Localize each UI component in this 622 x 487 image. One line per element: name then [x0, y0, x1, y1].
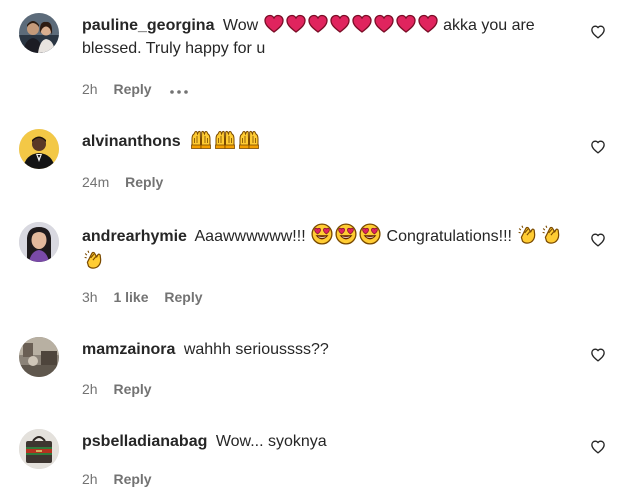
comment-username[interactable]: andrearhymie [82, 228, 187, 245]
avatar[interactable] [19, 222, 59, 262]
comment-body: alvinanthons [82, 130, 572, 153]
avatar[interactable] [19, 13, 59, 53]
raising-hands-icon [214, 130, 236, 150]
comment-meta: 24m Reply [82, 174, 163, 190]
comment-meta: 2h Reply [82, 81, 189, 98]
red-heart-icon [374, 14, 394, 34]
avatar[interactable] [19, 429, 59, 469]
heart-eyes-icon [359, 223, 381, 245]
avatar[interactable] [19, 129, 59, 169]
comment-username[interactable]: alvinanthons [82, 133, 181, 150]
avatar-handbag-photo [19, 429, 59, 469]
comment-username[interactable]: pauline_georgina [82, 17, 214, 34]
red-heart-icon [330, 14, 350, 34]
heart-eyes-icon [311, 223, 333, 245]
comment-meta: 3h 1 like Reply [82, 289, 203, 305]
clapping-hands-icon [83, 248, 105, 270]
comment-username[interactable]: psbelladianabag [82, 433, 207, 450]
comment-time[interactable]: 2h [82, 471, 98, 487]
comment-time[interactable]: 2h [82, 381, 98, 397]
heart-eyes-emoji-group [310, 228, 382, 245]
comment-text: Wow... syoknya [215, 433, 327, 450]
comment-meta: 2h Reply [82, 471, 152, 487]
reply-button[interactable]: Reply [113, 471, 151, 487]
comment-body: mamzainora wahhh serioussss?? [82, 338, 572, 361]
like-heart-icon[interactable] [590, 439, 606, 455]
like-count[interactable]: 1 like [113, 289, 148, 305]
like-heart-icon[interactable] [590, 24, 606, 40]
reply-button[interactable]: Reply [113, 381, 151, 397]
red-heart-icon [308, 14, 328, 34]
comment-text: Wow [222, 17, 259, 34]
like-heart-icon[interactable] [590, 139, 606, 155]
red-heart-icon [396, 14, 416, 34]
red-heart-icon [286, 14, 306, 34]
avatar[interactable] [19, 337, 59, 377]
raising-hands-icon [238, 130, 260, 150]
comment-text: wahhh serioussss?? [183, 341, 329, 358]
raising-hands-icon [190, 130, 212, 150]
red-heart-icon [352, 14, 372, 34]
comment-body: psbelladianabag Wow... syoknya [82, 430, 572, 453]
heart-emoji-group [263, 17, 443, 34]
avatar-couple-photo [19, 13, 59, 53]
avatar-woman-photo [19, 222, 59, 262]
like-heart-icon[interactable] [590, 232, 606, 248]
comment-username[interactable]: mamzainora [82, 341, 175, 358]
comment-text-continued: Congratulations!!! [386, 228, 512, 245]
comment-time[interactable]: 3h [82, 289, 98, 305]
red-heart-icon [264, 14, 284, 34]
reply-button[interactable]: Reply [113, 81, 151, 97]
like-heart-icon[interactable] [590, 347, 606, 363]
comment-time[interactable]: 24m [82, 174, 109, 190]
clapping-hands-icon [517, 223, 539, 245]
comment-text: Aaawwwwww!!! [194, 228, 306, 245]
reply-button[interactable]: Reply [125, 174, 163, 190]
reply-button[interactable]: Reply [164, 289, 202, 305]
comment-meta: 2h Reply [82, 381, 152, 397]
clapping-hands-icon [541, 223, 563, 245]
more-options-icon[interactable] [169, 82, 189, 98]
avatar-man-in-suit-photo [19, 129, 59, 169]
comment-body: andrearhymie Aaawwwwww!!! Congratulation… [82, 223, 572, 273]
heart-eyes-icon [335, 223, 357, 245]
comment-body: pauline_georgina Wow akka you are blesse… [82, 14, 572, 60]
avatar-room-photo [19, 337, 59, 377]
raising-hands-emoji-group [189, 133, 261, 150]
comment-time[interactable]: 2h [82, 81, 98, 97]
red-heart-icon [418, 14, 438, 34]
